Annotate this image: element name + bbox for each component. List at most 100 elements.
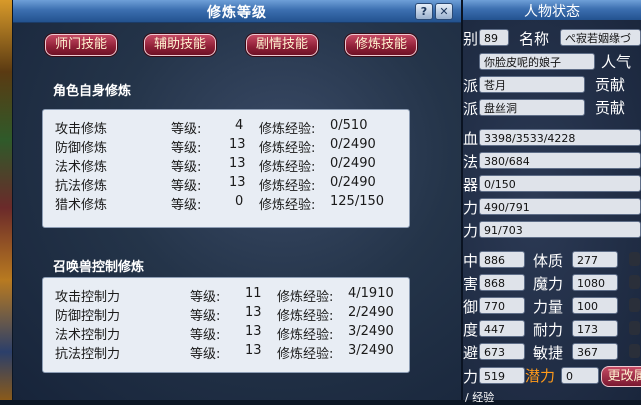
level-label: 等级: <box>171 198 202 213</box>
attr-right-value: 100 <box>572 297 618 314</box>
exp-label: 修炼经验: <box>277 309 334 324</box>
add-point-button[interactable] <box>629 275 640 289</box>
exp-value: 125/150 <box>330 194 385 209</box>
level-label: 等级: <box>171 179 202 194</box>
exp-value: 3/2490 <box>348 343 394 358</box>
level-value: 13 <box>245 305 262 320</box>
dialog-title: 修炼等级 <box>207 5 267 21</box>
close-icon[interactable]: ✕ <box>435 3 453 20</box>
potential-label: 潜力 <box>525 367 556 385</box>
attr-left-label: 害 <box>463 275 479 293</box>
exp-value: 3/2490 <box>348 324 394 339</box>
gang-label: 派 <box>463 100 479 118</box>
help-icon[interactable]: ? <box>415 3 433 20</box>
attr-left-label: 中 <box>463 252 479 270</box>
anger-label: 器 <box>463 176 479 194</box>
potential-value: 0 <box>561 367 599 384</box>
attr-left-value: 447 <box>479 320 525 337</box>
exp-label: 修炼经验: <box>277 328 334 343</box>
anger-value: 0/150 <box>479 175 641 192</box>
self-cultivation-panel: 攻击修炼 等级: 4 修炼经验: 0/510 防御修炼 等级: 13 修炼经验:… <box>42 109 410 228</box>
exp-label: 修炼经验: <box>259 141 316 156</box>
skill-name: 防御控制力 <box>55 309 121 324</box>
level-value: 11 <box>245 286 262 301</box>
add-point-button[interactable] <box>629 321 640 335</box>
sect-value: 苍月 <box>479 76 585 93</box>
gang-value: 盘丝洞 <box>479 99 585 116</box>
attr-left-value: 868 <box>479 274 525 291</box>
contribution-label: 贡献 <box>595 76 626 94</box>
level-label: 等级: <box>190 309 221 324</box>
sect-label: 派 <box>463 77 479 95</box>
change-attributes-button[interactable]: 更改属 <box>601 366 641 387</box>
exp-value: 2/2490 <box>348 305 394 320</box>
attr-right-label: 力量 <box>533 298 564 316</box>
level-label: 等级: <box>171 160 202 175</box>
exp-value: 4/1910 <box>348 286 394 301</box>
tab-assist-skills[interactable]: 辅助技能 <box>144 34 216 56</box>
exp-value: 0/2490 <box>330 137 376 152</box>
mp-label: 法 <box>463 153 479 171</box>
vitality-label: 力 <box>463 199 479 217</box>
exp-label: 修炼经验: <box>259 179 316 194</box>
energy-value: 91/703 <box>479 221 641 238</box>
attr-left-value: 886 <box>479 251 525 268</box>
vitality-value: 490/791 <box>479 198 641 215</box>
level-label: 等级: <box>171 141 202 156</box>
dialog-titlebar[interactable]: 修炼等级 ? ✕ <box>13 0 461 23</box>
background-game-strip <box>0 0 12 400</box>
level-label: 别 <box>463 30 479 48</box>
attr-right-value: 1080 <box>572 274 618 291</box>
pet-control-panel: 攻击控制力 等级: 11 修炼经验: 4/1910 防御控制力 等级: 13 修… <box>42 277 410 373</box>
skill-name: 法术修炼 <box>55 160 108 175</box>
attr-left-label: 御 <box>463 298 479 316</box>
attr-right-label: 耐力 <box>533 321 564 339</box>
level-value: 13 <box>245 324 262 339</box>
level-value: 0 <box>235 194 244 209</box>
energy-label: 力 <box>463 222 479 240</box>
exp-label: 修炼经验: <box>259 122 316 137</box>
attr-right-label: 体质 <box>533 252 564 270</box>
attr-right-value: 367 <box>572 343 618 360</box>
mp-value: 380/684 <box>479 152 641 169</box>
tab-cultivation-skills[interactable]: 修炼技能 <box>345 34 417 56</box>
potential-left-value: 519 <box>479 367 525 384</box>
skill-name: 抗法修炼 <box>55 179 108 194</box>
attr-right-label: 敏捷 <box>533 344 564 362</box>
cultivation-dialog: 修炼等级 ? ✕ 师门技能 辅助技能 剧情技能 修炼技能 角色自身修炼 攻击修炼… <box>13 0 463 400</box>
potential-left-label: 力 <box>463 368 479 386</box>
attr-left-label: 度 <box>463 321 479 339</box>
level-value: 13 <box>229 175 246 190</box>
status-titlebar[interactable]: 人物状态 <box>463 0 641 20</box>
exp-value: 0/2490 <box>330 156 376 171</box>
character-status-panel: 人物状态 别 89 名称 ぺ寂若姻缘づ 你脸皮呢的娘子 人气 派 苍月 贡献 派… <box>463 0 641 404</box>
attr-left-label: 避 <box>463 344 479 362</box>
self-cultivation-title: 角色自身修炼 <box>53 84 132 99</box>
skill-name: 法术控制力 <box>55 328 121 343</box>
level-label: 等级: <box>190 347 221 362</box>
add-point-button[interactable] <box>629 298 640 312</box>
exp-label: 修炼经验: <box>259 198 316 213</box>
tab-story-skills[interactable]: 剧情技能 <box>246 34 318 56</box>
skill-name: 猎术修炼 <box>55 198 108 213</box>
popularity-label: 人气 <box>601 53 632 71</box>
skill-name: 防御修炼 <box>55 141 108 156</box>
title-field[interactable]: 你脸皮呢的娘子 <box>479 53 595 70</box>
exp-label: 修炼经验: <box>259 160 316 175</box>
level-label: 等级: <box>190 290 221 305</box>
add-point-button[interactable] <box>629 344 640 358</box>
name-label: 名称 <box>519 30 550 48</box>
add-point-button[interactable] <box>629 252 640 266</box>
level-label: 等级: <box>171 122 202 137</box>
exp-value: 0/510 <box>330 118 368 133</box>
attr-right-value: 277 <box>572 251 618 268</box>
attr-right-label: 魔力 <box>533 275 564 293</box>
exp-bottom-label: / 经验 <box>465 391 495 404</box>
attr-left-value: 673 <box>479 343 525 360</box>
tab-school-skills[interactable]: 师门技能 <box>45 34 117 56</box>
skill-name: 抗法控制力 <box>55 347 121 362</box>
pet-control-title: 召唤兽控制修炼 <box>53 260 145 275</box>
character-name: ぺ寂若姻缘づ <box>560 29 641 46</box>
skill-name: 攻击修炼 <box>55 122 108 137</box>
attr-right-value: 173 <box>572 320 618 337</box>
